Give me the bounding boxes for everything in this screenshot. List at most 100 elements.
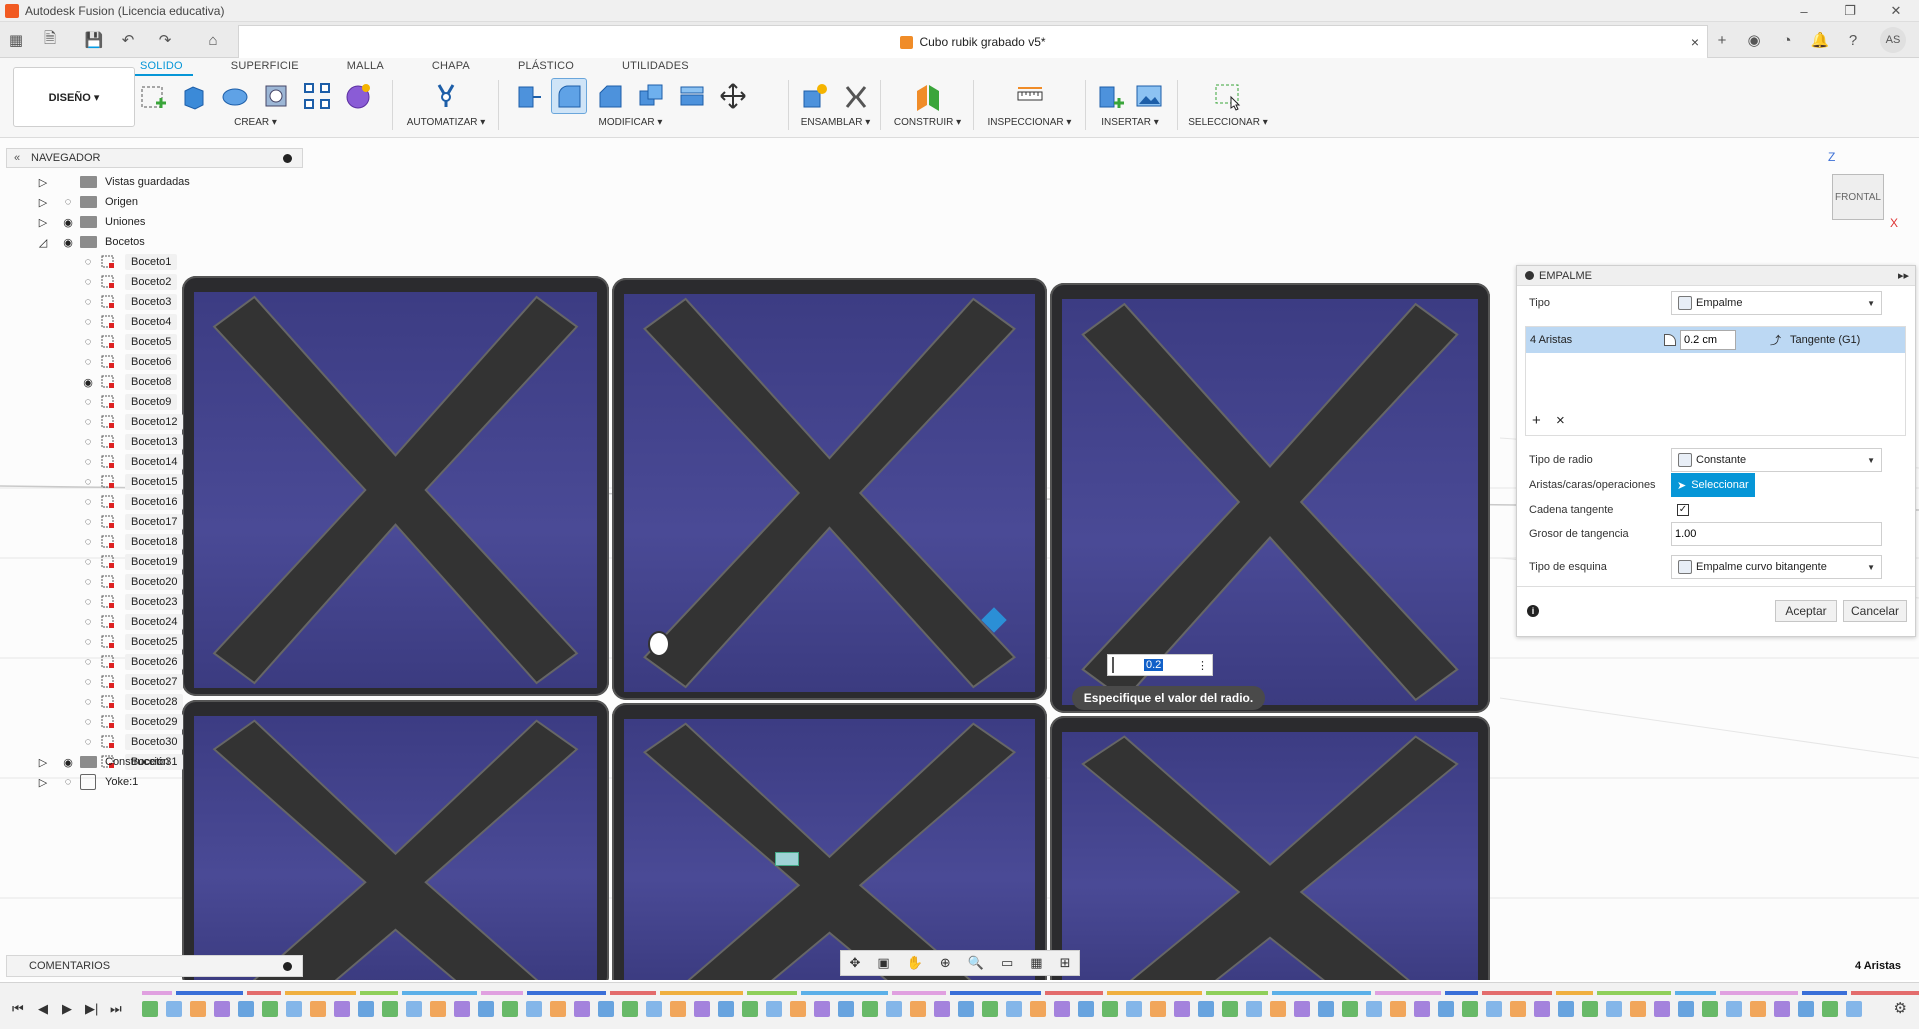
timeline-feature[interactable]	[886, 1001, 902, 1017]
fillet-icon[interactable]	[551, 78, 587, 114]
navigator-pin-icon[interactable]	[283, 153, 292, 163]
extrude-icon[interactable]	[176, 78, 212, 114]
play-icon[interactable]: ▶	[62, 1001, 72, 1017]
tree-item-uniones[interactable]: ▷ ◉ Uniones	[36, 212, 145, 232]
radius-input[interactable]	[1680, 330, 1736, 350]
user-avatar[interactable]: AS	[1880, 27, 1906, 53]
add-edge-set-button[interactable]: +	[1532, 412, 1541, 429]
crear-menu[interactable]: CREAR ▾	[135, 117, 376, 128]
timeline-feature[interactable]	[910, 1001, 926, 1017]
measure-icon[interactable]	[1012, 78, 1048, 114]
grosor-input[interactable]	[1671, 522, 1882, 546]
hidden-eye-icon[interactable]: ◌	[80, 275, 96, 289]
tree-item-sketch[interactable]: ◌ Boceto14	[80, 452, 184, 472]
timeline-feature[interactable]	[214, 1001, 230, 1017]
tree-item-sketch[interactable]: ◌ Boceto13	[80, 432, 184, 452]
tipo-radio-select[interactable]: Constante ▼	[1671, 448, 1882, 472]
canvas-radius-value[interactable]: 0.2	[1144, 659, 1164, 671]
timeline-feature[interactable]	[1750, 1001, 1766, 1017]
tree-item-sketch[interactable]: ◌ Boceto15	[80, 472, 184, 492]
timeline-feature[interactable]	[1102, 1001, 1118, 1017]
timeline-feature[interactable]	[358, 1001, 374, 1017]
viewcube-front-face[interactable]: FRONTAL	[1832, 174, 1884, 220]
timeline-feature[interactable]	[1702, 1001, 1718, 1017]
timeline-feature[interactable]	[958, 1001, 974, 1017]
pattern-icon[interactable]	[299, 78, 335, 114]
timeline-feature[interactable]	[1438, 1001, 1454, 1017]
timeline-feature[interactable]	[1054, 1001, 1070, 1017]
timeline-feature[interactable]	[238, 1001, 254, 1017]
cube-tile-4[interactable]	[182, 700, 609, 980]
canvas-radius-input[interactable]: 0.2 ⋮	[1107, 654, 1213, 676]
move-icon[interactable]	[715, 78, 751, 114]
eye-icon[interactable]: ◉	[60, 215, 76, 229]
timeline-feature[interactable]	[982, 1001, 998, 1017]
hidden-eye-icon[interactable]: ◌	[80, 435, 96, 449]
tree-item-sketch[interactable]: ◌ Boceto29	[80, 712, 184, 732]
timeline-feature[interactable]	[1582, 1001, 1598, 1017]
select-window-icon[interactable]	[1210, 78, 1246, 114]
eye-icon[interactable]: ◉	[60, 235, 76, 249]
timeline-feature[interactable]	[1270, 1001, 1286, 1017]
workspace-selector[interactable]: DISEÑO ▾	[13, 67, 135, 127]
hidden-eye-icon[interactable]: ◌	[80, 595, 96, 609]
hidden-eye-icon[interactable]: ◌	[80, 315, 96, 329]
hidden-eye-icon[interactable]: ◌	[80, 335, 96, 349]
tree-item-sketch[interactable]: ◌ Boceto3	[80, 292, 178, 312]
tree-item-sketch[interactable]: ◌ Boceto26	[80, 652, 184, 672]
home-icon[interactable]: ⌂	[203, 30, 223, 50]
hole-icon[interactable]	[258, 78, 294, 114]
tree-item-sketch[interactable]: ◌ Boceto28	[80, 692, 184, 712]
document-tab[interactable]: Cubo rubik grabado v5* ×	[238, 25, 1708, 58]
ok-button[interactable]: Aceptar	[1775, 600, 1837, 622]
eye-icon[interactable]: ◉	[80, 375, 96, 389]
hidden-eye-icon[interactable]: ◌	[80, 355, 96, 369]
timeline-feature[interactable]	[1222, 1001, 1238, 1017]
tree-item-sketch[interactable]: ◌ Boceto17	[80, 512, 184, 532]
timeline-feature[interactable]	[190, 1001, 206, 1017]
tab-chapa[interactable]: CHAPA	[422, 58, 480, 76]
ensamblar-menu[interactable]: ENSAMBLAR ▾	[797, 117, 874, 128]
tab-superficie[interactable]: SUPERFICIE	[221, 58, 309, 76]
close-tab-button[interactable]: ×	[1691, 34, 1699, 50]
timeline-feature[interactable]	[1774, 1001, 1790, 1017]
timeline-feature[interactable]	[1822, 1001, 1838, 1017]
collapse-icon[interactable]: ◿	[36, 235, 50, 249]
step-back-icon[interactable]: ◀	[38, 1001, 48, 1017]
cancel-button[interactable]: Cancelar	[1843, 600, 1907, 622]
cube-tile-1[interactable]	[182, 276, 609, 696]
tree-item-sketch[interactable]: ◌ Boceto5	[80, 332, 178, 352]
timeline-feature[interactable]	[262, 1001, 278, 1017]
timeline-feature[interactable]	[1630, 1001, 1646, 1017]
press-pull-icon[interactable]	[510, 78, 546, 114]
tree-item-sketch[interactable]: ◌ Boceto2	[80, 272, 178, 292]
timeline-feature[interactable]	[550, 1001, 566, 1017]
continuity-select[interactable]: Tangente (G1)	[1790, 334, 1860, 346]
timeline-feature[interactable]	[742, 1001, 758, 1017]
hidden-eye-icon[interactable]: ◌	[80, 495, 96, 509]
hidden-eye-icon[interactable]: ◌	[80, 395, 96, 409]
hidden-eye-icon[interactable]: ◌	[80, 475, 96, 489]
tree-item-sketch[interactable]: ◌ Boceto25	[80, 632, 184, 652]
timeline-feature[interactable]	[310, 1001, 326, 1017]
tree-item-sketch[interactable]: ◌ Boceto18	[80, 532, 184, 552]
manipulator-handle-icon[interactable]	[648, 631, 670, 657]
go-to-start-icon[interactable]: ⏮	[12, 1001, 24, 1017]
construir-menu[interactable]: CONSTRUIR ▾	[890, 117, 965, 128]
timeline-feature[interactable]	[1606, 1001, 1622, 1017]
cadena-checkbox[interactable]: ✓	[1677, 504, 1689, 516]
tab-utilidades[interactable]: UTILIDADES	[612, 58, 699, 76]
timeline-feature[interactable]	[1534, 1001, 1550, 1017]
timeline-feature[interactable]	[1678, 1001, 1694, 1017]
timeline-feature[interactable]	[1198, 1001, 1214, 1017]
cube-tile-6[interactable]	[1050, 716, 1490, 980]
timeline-feature[interactable]	[1126, 1001, 1142, 1017]
timeline-feature[interactable]	[454, 1001, 470, 1017]
timeline-feature[interactable]	[1078, 1001, 1094, 1017]
app-grid-icon[interactable]: ▦	[6, 30, 26, 50]
timeline-feature[interactable]	[862, 1001, 878, 1017]
offset-face-icon[interactable]	[674, 78, 710, 114]
insert-derive-icon[interactable]	[1095, 78, 1128, 114]
timeline-feature[interactable]	[1318, 1001, 1334, 1017]
orbit-icon[interactable]: ✥	[850, 955, 861, 971]
